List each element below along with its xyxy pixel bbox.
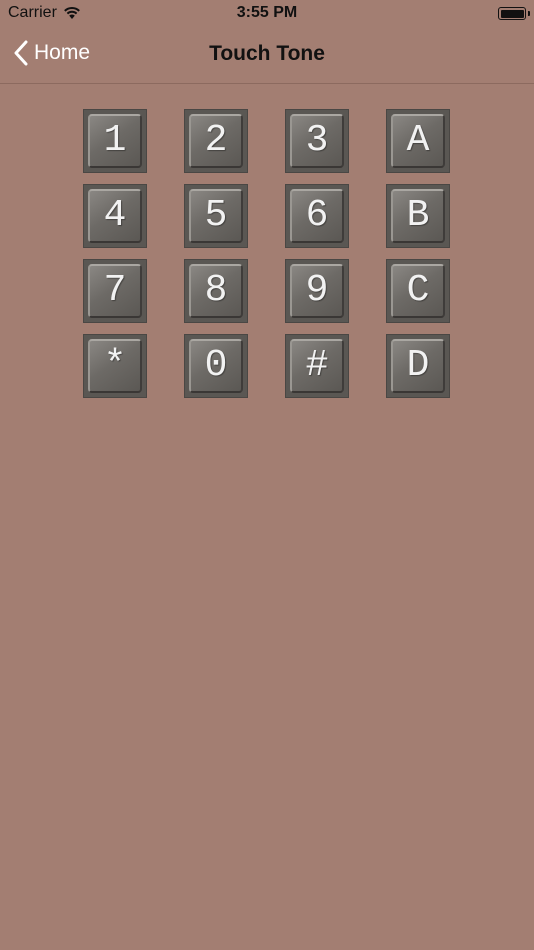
key-label: 5 <box>204 194 228 237</box>
key-label: 3 <box>305 119 329 162</box>
key-9[interactable]: 9 <box>285 259 349 323</box>
key-label: 0 <box>204 344 228 387</box>
key-face: 2 <box>189 114 243 168</box>
key-0[interactable]: 0 <box>184 334 248 398</box>
dtmf-keypad: 1 2 3 A 4 5 6 B 7 8 9 C * 0 # D <box>83 109 450 398</box>
key-label: 6 <box>305 194 329 237</box>
battery-tip <box>528 11 530 16</box>
key-4[interactable]: 4 <box>83 184 147 248</box>
key-face: * <box>88 339 142 393</box>
status-time: 3:55 PM <box>236 4 298 21</box>
key-b[interactable]: B <box>386 184 450 248</box>
key-face: 3 <box>290 114 344 168</box>
key-face: 9 <box>290 264 344 318</box>
key-c[interactable]: C <box>386 259 450 323</box>
key-face: 7 <box>88 264 142 318</box>
key-label: 7 <box>103 269 127 312</box>
key-face: 1 <box>88 114 142 168</box>
key-label: 4 <box>103 194 127 237</box>
key-label: C <box>406 269 430 312</box>
status-bar: Carrier 3:55 PM <box>0 0 534 28</box>
key-face: C <box>391 264 445 318</box>
key-label: 1 <box>103 119 127 162</box>
key-face: 0 <box>189 339 243 393</box>
key-label: 9 <box>305 269 329 312</box>
key-label: D <box>406 344 430 387</box>
key-face: B <box>391 189 445 243</box>
key-d[interactable]: D <box>386 334 450 398</box>
key-face: D <box>391 339 445 393</box>
key-label: B <box>406 194 430 237</box>
key-2[interactable]: 2 <box>184 109 248 173</box>
key-3[interactable]: 3 <box>285 109 349 173</box>
nav-bar: Home Touch Tone <box>0 28 534 84</box>
key-hash[interactable]: # <box>285 334 349 398</box>
key-7[interactable]: 7 <box>83 259 147 323</box>
key-label: 8 <box>204 269 228 312</box>
page-title: Touch Tone <box>209 42 325 65</box>
key-label: 2 <box>204 119 228 162</box>
key-label: * <box>103 344 127 387</box>
battery-full-icon <box>498 7 530 20</box>
key-face: # <box>290 339 344 393</box>
key-8[interactable]: 8 <box>184 259 248 323</box>
key-face: A <box>391 114 445 168</box>
key-1[interactable]: 1 <box>83 109 147 173</box>
battery-level <box>500 9 524 18</box>
key-a[interactable]: A <box>386 109 450 173</box>
key-5[interactable]: 5 <box>184 184 248 248</box>
key-label: # <box>305 344 329 387</box>
key-face: 4 <box>88 189 142 243</box>
key-star[interactable]: * <box>83 334 147 398</box>
key-face: 6 <box>290 189 344 243</box>
key-face: 8 <box>189 264 243 318</box>
key-label: A <box>406 119 430 162</box>
key-6[interactable]: 6 <box>285 184 349 248</box>
key-face: 5 <box>189 189 243 243</box>
